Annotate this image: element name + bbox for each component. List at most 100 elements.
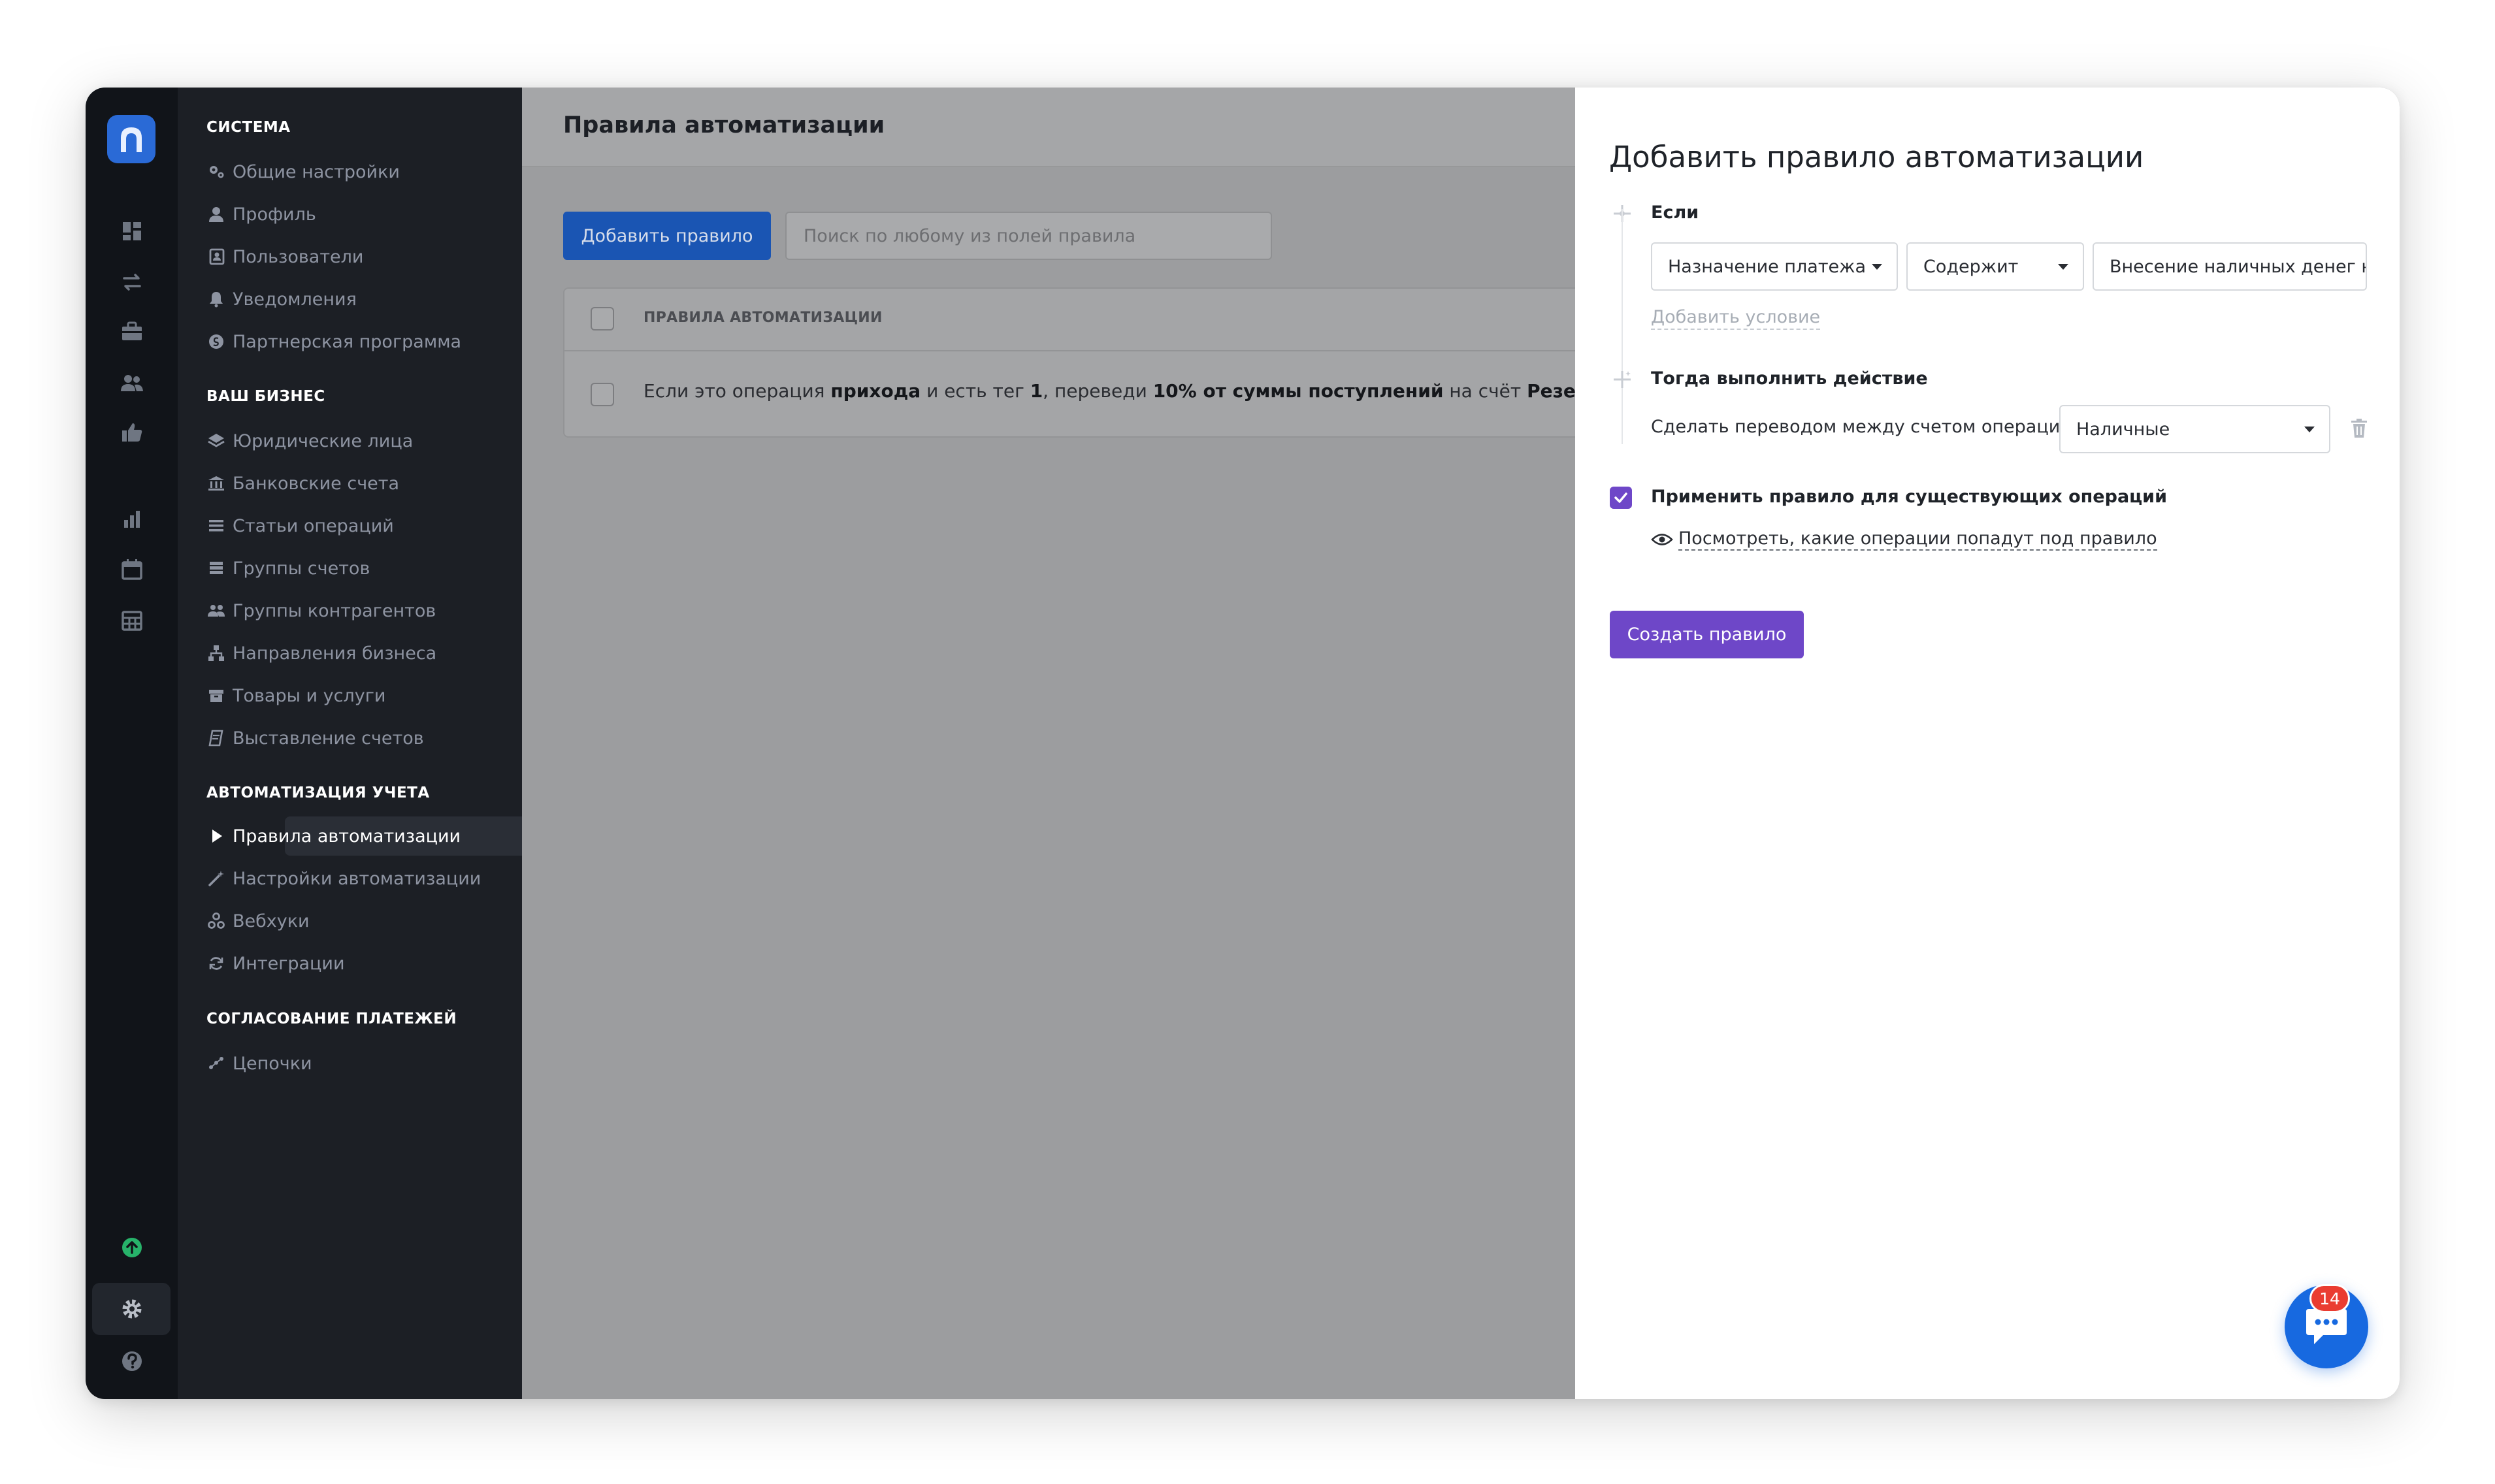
- menu-item-label: Общие настройки: [233, 161, 400, 182]
- table-header: ПРАВИЛА АВТОМАТИЗАЦИИ: [564, 289, 1582, 351]
- menu-item-automation-settings[interactable]: Настройки автоматизации: [206, 864, 481, 893]
- menu-item-label: Уведомления: [233, 289, 357, 310]
- menu-item-general-settings[interactable]: Общие настройки: [206, 157, 400, 186]
- menu-item-notifications[interactable]: Уведомления: [206, 285, 357, 314]
- webhook-icon: [206, 911, 226, 931]
- invoice-icon: [206, 728, 226, 748]
- rule-text-bold: прихода: [830, 380, 921, 402]
- rule-text: на счёт: [1443, 380, 1527, 402]
- menu-item-profile[interactable]: Профиль: [206, 200, 316, 229]
- page-title: Правила автоматизации: [563, 112, 885, 138]
- then-label: Тогда выполнить действие: [1651, 368, 1928, 389]
- bell-icon: [206, 289, 226, 309]
- rule-text-bold: 10% от суммы поступлений: [1152, 380, 1444, 402]
- menu-section-automation: АВТОМАТИЗАЦИЯ УЧЕТА: [206, 784, 430, 801]
- preview-operations-link[interactable]: Посмотреть, какие операции попадут под п…: [1651, 526, 2157, 553]
- menu-item-label: Статьи операций: [233, 515, 394, 536]
- briefcase-icon[interactable]: [119, 319, 145, 345]
- table-icon[interactable]: [119, 607, 145, 634]
- menu-item-operation-categories[interactable]: Статьи операций: [206, 511, 394, 540]
- app-window: СИСТЕМА Общие настройки Профиль Пользова…: [86, 88, 2400, 1399]
- caret-down-icon: [1872, 264, 1882, 270]
- users-book-icon: [206, 247, 226, 266]
- calendar-icon[interactable]: [119, 556, 145, 583]
- action-account-select[interactable]: Наличные: [2059, 405, 2330, 453]
- menu-item-label: Банковские счета: [233, 473, 400, 494]
- menu-item-label: Вебхуки: [233, 911, 310, 931]
- coin-icon: [206, 332, 226, 351]
- bar-chart-icon[interactable]: [119, 506, 145, 532]
- play-icon: [206, 826, 226, 846]
- if-label: Если: [1651, 202, 1699, 223]
- eye-icon: [1651, 534, 1673, 545]
- upload-status-icon[interactable]: [119, 1234, 145, 1261]
- caret-down-icon: [2058, 264, 2068, 270]
- menu-item-label: Интеграции: [233, 953, 345, 974]
- rule-text: и есть тег: [921, 380, 1030, 402]
- menu-item-label: Юридические лица: [233, 430, 414, 451]
- thumbs-up-icon[interactable]: [119, 419, 145, 445]
- menu-item-partner-program[interactable]: Партнерская программа: [206, 327, 461, 356]
- condition-value-input[interactable]: Внесение наличных денег на: [2093, 242, 2367, 291]
- page-header: Правила автоматизации: [522, 88, 1575, 167]
- condition-operator-select[interactable]: Содержит: [1906, 242, 2084, 291]
- menu-item-counterparty-groups[interactable]: Группы контрагентов: [206, 596, 436, 625]
- create-rule-button[interactable]: Создать правило: [1610, 611, 1804, 658]
- menu-item-label: Пользователи: [233, 246, 364, 267]
- table-row[interactable]: Если это операция прихода и есть тег 1, …: [644, 380, 1707, 402]
- menu-item-label: Направления бизнеса: [233, 643, 437, 664]
- menu-item-automation-rules[interactable]: Правила автоматизации: [206, 822, 461, 850]
- apply-existing-label[interactable]: Применить правило для существующих опера…: [1651, 487, 2167, 507]
- panel-title: Добавить правило автоматизации: [1609, 140, 2144, 174]
- menu-item-users[interactable]: Пользователи: [206, 242, 363, 271]
- menu-item-account-groups[interactable]: Группы счетов: [206, 554, 370, 583]
- menu-item-legal-entities[interactable]: Юридические лица: [206, 427, 413, 455]
- rule-text: Если это операция: [644, 380, 831, 402]
- app-logo[interactable]: [107, 115, 155, 163]
- sparkle-icon: [1614, 371, 1631, 388]
- trash-icon[interactable]: [2349, 417, 2369, 440]
- layers-icon: [206, 431, 226, 451]
- menu-item-label: Настройки автоматизации: [233, 868, 481, 889]
- input-value: Внесение наличных денег на: [2110, 256, 2367, 277]
- condition-field-select[interactable]: Назначение платежа: [1651, 242, 1898, 291]
- select-value: Назначение платежа: [1668, 256, 1867, 277]
- select-value: Наличные: [2076, 419, 2170, 440]
- menu-item-label: Товары и услуги: [233, 685, 386, 706]
- stack-icon: [206, 558, 226, 578]
- menu-item-integrations[interactable]: Интеграции: [206, 949, 345, 978]
- menu-item-webhooks[interactable]: Вебхуки: [206, 907, 310, 935]
- apply-existing-checkbox[interactable]: [1610, 487, 1632, 509]
- column-header-rules: ПРАВИЛА АВТОМАТИЗАЦИИ: [644, 310, 883, 326]
- gear-icon[interactable]: [119, 1296, 145, 1322]
- chain-icon: [206, 1054, 226, 1073]
- menu-item-label: Группы контрагентов: [233, 600, 436, 621]
- add-rule-button[interactable]: Добавить правило: [563, 212, 771, 260]
- rules-search-input[interactable]: [785, 212, 1272, 260]
- menu-item-invoicing[interactable]: Выставление счетов: [206, 724, 424, 752]
- rules-table: ПРАВИЛА АВТОМАТИЗАЦИИ Если это операция …: [563, 287, 1707, 438]
- row-checkbox[interactable]: [591, 383, 614, 406]
- add-condition-link[interactable]: Добавить условие: [1651, 307, 1821, 330]
- menu-item-business-directions[interactable]: Направления бизнеса: [206, 639, 436, 668]
- gears-icon: [206, 162, 226, 182]
- menu-section-payment-approval: СОГЛАСОВАНИЕ ПЛАТЕЖЕЙ: [206, 1010, 457, 1027]
- add-rule-panel: Добавить правило автоматизации Если Назн…: [1575, 88, 2400, 1399]
- main-content: Правила автоматизации Добавить правило П…: [522, 88, 1707, 1399]
- menu-item-label: Правила автоматизации: [233, 826, 461, 847]
- action-description: Сделать переводом между счетом операции …: [1651, 417, 2089, 437]
- transfer-icon[interactable]: [119, 269, 145, 295]
- menu-section-system: СИСТЕМА: [206, 119, 291, 136]
- select-value: Содержит: [1923, 256, 2019, 277]
- menu-item-label: Партнерская программа: [233, 331, 462, 352]
- contacts-icon[interactable]: [119, 370, 145, 396]
- menu-item-chains[interactable]: Цепочки: [206, 1049, 312, 1078]
- menu-item-bank-accounts[interactable]: Банковские счета: [206, 469, 399, 498]
- menu-item-products-services[interactable]: Товары и услуги: [206, 681, 385, 710]
- select-all-checkbox[interactable]: [591, 307, 614, 331]
- icon-rail: [86, 88, 178, 1399]
- help-icon[interactable]: [119, 1348, 145, 1374]
- menu-item-label: Выставление счетов: [233, 728, 424, 749]
- dashboard-icon[interactable]: [119, 218, 145, 244]
- preview-link-text: Посмотреть, какие операции попадут под п…: [1678, 528, 2157, 551]
